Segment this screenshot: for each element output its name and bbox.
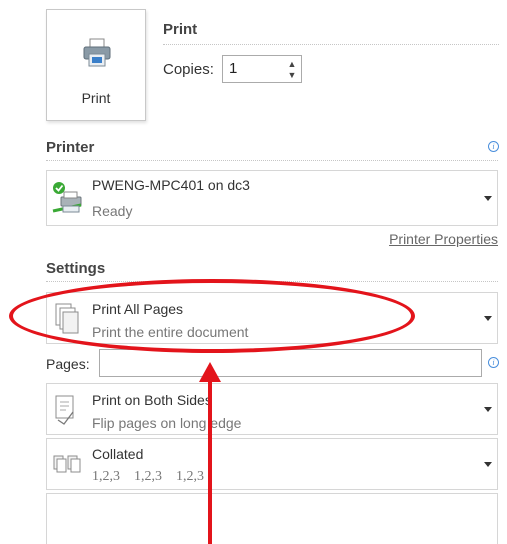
printer-status-icon: [52, 182, 82, 213]
copies-value[interactable]: 1: [229, 60, 237, 77]
chevron-down-icon[interactable]: [484, 407, 492, 412]
settings-heading: Settings: [46, 260, 106, 277]
pages-info-icon[interactable]: i: [488, 357, 499, 368]
spin-down-icon[interactable]: ▼: [287, 70, 297, 80]
setting-main-label: Collated: [92, 446, 144, 462]
printer-heading: Printer: [46, 139, 95, 156]
printer-info-icon[interactable]: i: [488, 141, 499, 152]
printer-status: Ready: [92, 203, 133, 219]
printer-dropdown[interactable]: PWENG-MPC401 on dc3 Ready: [46, 170, 498, 226]
print-button[interactable]: Print: [46, 9, 146, 121]
spin-up-icon[interactable]: ▲: [287, 59, 297, 69]
setting-sub-label: 1,2,3 1,2,3 1,2,3: [92, 469, 204, 484]
printer-name: PWENG-MPC401 on dc3: [92, 177, 250, 193]
printer-icon: [83, 38, 111, 67]
duplex-icon: [55, 395, 74, 425]
print-button-label: Print: [81, 90, 111, 106]
setting-sub-label: Flip pages on long edge: [92, 415, 242, 431]
chevron-down-icon[interactable]: [484, 462, 492, 467]
annotation-arrow-head: [199, 362, 221, 382]
collated-icon: [53, 455, 81, 473]
copies-label: Copies:: [163, 61, 214, 78]
copies-stepper[interactable]: 1 ▲ ▼: [222, 55, 302, 83]
print-heading: Print: [163, 21, 198, 38]
printer-divider: [46, 160, 498, 161]
chevron-down-icon[interactable]: [484, 316, 492, 321]
pages-input[interactable]: [99, 349, 482, 377]
highlight-ellipse: [9, 279, 415, 353]
chevron-down-icon[interactable]: [484, 196, 492, 201]
printer-properties-link[interactable]: Printer Properties: [389, 231, 498, 247]
print-both-sides-dropdown[interactable]: Print on Both Sides Flip pages on long e…: [46, 383, 498, 435]
print-divider: [163, 44, 499, 45]
setting-main-label: Print on Both Sides: [92, 392, 212, 408]
annotation-arrow: [208, 380, 212, 544]
pages-label: Pages:: [46, 356, 90, 372]
collated-dropdown[interactable]: Collated 1,2,3 1,2,3 1,2,3: [46, 438, 498, 490]
next-setting-dropdown[interactable]: [46, 493, 498, 544]
